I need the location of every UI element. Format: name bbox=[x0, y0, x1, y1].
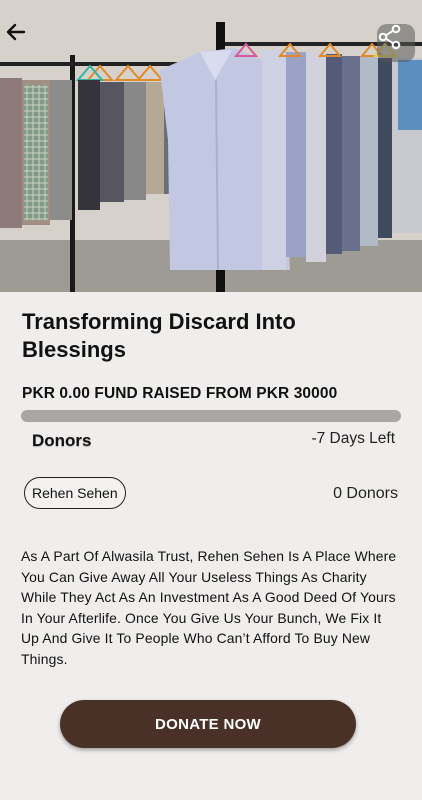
donor-count-text: 0 Donors bbox=[333, 485, 398, 502]
back-button[interactable] bbox=[4, 20, 36, 52]
organization-tag[interactable]: Rehen Sehen bbox=[24, 477, 126, 509]
fund-progress-bar bbox=[21, 410, 401, 422]
share-button[interactable] bbox=[377, 24, 415, 62]
campaign-title: Transforming Discard Into Blessings bbox=[22, 309, 296, 362]
arrow-left-icon bbox=[6, 23, 26, 41]
campaign-description: As A Part Of Alwasila Trust, Rehen Sehen… bbox=[21, 548, 397, 667]
days-left-text: -7 Days Left bbox=[311, 430, 395, 447]
donate-now-button[interactable]: DONATE NOW bbox=[60, 700, 356, 748]
share-icon bbox=[378, 24, 401, 50]
fund-raised-text: PKR 0.00 FUND RAISED FROM PKR 30000 bbox=[22, 385, 338, 402]
donors-heading: Donors bbox=[32, 431, 92, 450]
clothes-rack-illustration bbox=[0, 0, 422, 292]
campaign-hero-image bbox=[0, 0, 422, 292]
